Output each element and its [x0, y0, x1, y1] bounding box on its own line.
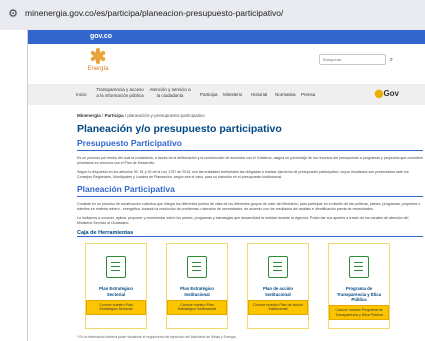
document-icon	[268, 256, 288, 278]
card-plan-estrategico-institucional[interactable]: Plan Estratégico Institucional Conoce nu…	[166, 243, 228, 329]
toolbox-cards: Plan Estratégico Sectorial Conoce nuestr…	[77, 243, 423, 331]
document-icon	[349, 256, 369, 278]
site-header: Energía Búsqueda ⌕	[28, 44, 425, 84]
card-button[interactable]: Conoce nuestro Plan de acción Institucio…	[248, 299, 308, 315]
card-title: Plan Estratégico Sectorial	[99, 286, 133, 297]
nav-item-transparencia[interactable]: Transparencia y acceso a la información …	[96, 87, 144, 99]
paragraph: Consiste en un proceso de construcción c…	[77, 202, 421, 211]
section-title-planeacion: Planeación Participativa	[77, 184, 175, 194]
main-nav: Inicio Transparencia y acceso a la infor…	[28, 84, 425, 105]
card-title: Programa de Transparencia y Ética Públic…	[336, 286, 382, 302]
browser-address-bar[interactable]: ⚙ minenergia.gov.co/es/participa/planeac…	[0, 0, 425, 30]
footer-note: * En la información deberá poder visuali…	[77, 335, 237, 339]
minenergia-logo[interactable]: Energía	[85, 48, 111, 72]
breadcrumb-home[interactable]: Minenergía	[77, 113, 101, 118]
card-programa-transparencia[interactable]: Programa de Transparencia y Ética Públic…	[328, 243, 390, 329]
url-text[interactable]: minenergia.gov.co/es/participa/planeacio…	[25, 8, 283, 18]
breadcrumb-separator: /	[124, 113, 127, 118]
nav-item-historial[interactable]: Historial	[251, 92, 267, 98]
card-title: Plan Estratégico Institucional	[180, 286, 214, 297]
nav-item-inicio[interactable]: Inicio	[76, 92, 87, 98]
search-input[interactable]: Búsqueda ⌕	[319, 54, 393, 65]
breadcrumb-separator: /	[102, 113, 104, 118]
breadcrumb-current: planeación-y-presupuesto-participativo	[127, 113, 205, 118]
web-page: gov.co Energía Búsqueda ⌕ Inicio Transpa…	[27, 30, 425, 341]
paragraph: Lo invitamos a conocer, aplicar, propone…	[77, 216, 409, 225]
card-plan-estrategico-sectorial[interactable]: Plan Estratégico Sectorial Conoce nuestr…	[85, 243, 147, 329]
nav-item-prensa[interactable]: Prensa	[301, 92, 315, 98]
logo-mark-icon	[90, 48, 106, 64]
section-divider	[77, 236, 423, 237]
card-button[interactable]: Conoce nuestro Plan Estratégico Instituc…	[167, 299, 227, 315]
card-button[interactable]: Conoce nuestro Programa de Transparencia…	[329, 305, 389, 320]
page-title: Planeación y/o presupuesto participativo	[77, 123, 282, 135]
logo-text: Energía	[87, 66, 109, 72]
document-icon	[106, 256, 126, 278]
breadcrumb: Minenergía / Participa / planeación-y-pr…	[77, 113, 423, 118]
site-info-icon[interactable]: ⚙	[7, 8, 19, 20]
search-icon[interactable]: ⌕	[390, 56, 393, 65]
card-plan-accion-institucional[interactable]: Plan de acción Institucional Conoce nues…	[247, 243, 309, 329]
paragraph: Según lo dispuesto en los artículos 90, …	[77, 170, 409, 179]
gov-co-logo[interactable]: ⬤Gov	[374, 89, 399, 98]
gov-bar-label[interactable]: gov.co	[90, 33, 112, 40]
nav-item-ministerio[interactable]: Ministerio	[223, 92, 242, 98]
gov-co-logo-text: Gov	[383, 89, 399, 98]
search-placeholder: Búsqueda	[323, 57, 342, 62]
paragraph: Es un proceso por medio del cual la ciud…	[77, 156, 424, 165]
card-button[interactable]: Conoce nuestro Plan Estratégico Sectoria…	[86, 299, 146, 315]
section-divider	[77, 196, 423, 197]
nav-item-atencion[interactable]: Atención y servicio a la ciudadanía	[149, 87, 191, 99]
breadcrumb-section[interactable]: Participa	[105, 113, 124, 118]
document-icon	[187, 256, 207, 278]
section-title-presupuesto: Presupuesto Participativo	[77, 138, 182, 148]
nav-item-normativa[interactable]: Normativa	[275, 92, 296, 98]
nav-item-participa[interactable]: Participa	[200, 92, 218, 98]
main-content: Minenergía / Participa / planeación-y-pr…	[28, 113, 425, 339]
section-divider	[77, 150, 423, 151]
card-title: Plan de acción Institucional	[262, 286, 294, 297]
gov-bar[interactable]: gov.co	[28, 30, 425, 44]
